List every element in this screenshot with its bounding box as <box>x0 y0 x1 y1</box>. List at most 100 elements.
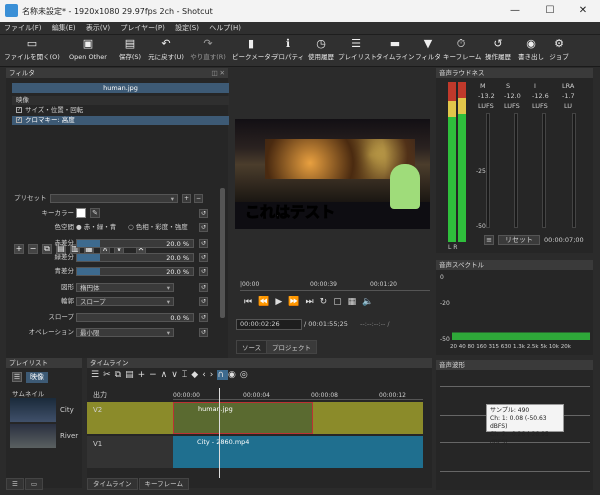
timeline-ruler[interactable]: 00:00:00 00:00:04 00:00:08 00:00:12 <box>173 388 423 400</box>
operation-select[interactable]: 最小限 ▾ <box>76 328 174 337</box>
maximize-button[interactable]: ☐ <box>535 3 565 19</box>
playlist-item-river[interactable]: River <box>60 432 78 440</box>
playlist-thumb-river[interactable] <box>10 424 56 448</box>
clip-city[interactable]: City - 2860.mp4 <box>173 436 423 468</box>
checkbox-icon[interactable]: ✓ <box>16 107 22 113</box>
paste-icon[interactable]: ▤ <box>125 370 138 380</box>
menu-icon[interactable]: ≡ <box>484 235 494 245</box>
remove-preset-button[interactable]: − <box>194 194 203 203</box>
blue-delta-slider[interactable]: 20.0 % <box>76 267 194 276</box>
reset-keycolor-button[interactable]: ↺ <box>199 209 208 218</box>
timeline-menu-icon[interactable]: ☰ <box>91 370 103 380</box>
properties-button[interactable]: ℹ プロパティ <box>272 37 304 65</box>
transport-controls[interactable]: ⏮⏪▶⏩⏭↻▢▦🔈 <box>244 297 430 309</box>
skip-start-icon[interactable]: ⏮ <box>244 297 258 307</box>
list-view-icon[interactable]: ☰ <box>6 478 24 490</box>
open-file-button[interactable]: ▭ ファイルを開く(O) <box>4 37 60 65</box>
playlist-item-city[interactable]: City <box>60 406 74 414</box>
playlist-thumb-city[interactable] <box>10 398 56 422</box>
scrub-icon[interactable]: ◉ <box>228 370 240 380</box>
timeline-button[interactable]: ▬ タイムライン <box>376 37 415 65</box>
tab-project[interactable]: プロジェクト <box>266 340 317 354</box>
volume-icon[interactable]: 🔈 <box>362 297 379 307</box>
append-icon[interactable]: + <box>138 370 150 380</box>
filter-item-chromakey[interactable]: ✓ クロマキー: 高度 <box>12 116 229 125</box>
cut-icon[interactable]: ✂ <box>103 370 115 380</box>
fast-forward-icon[interactable]: ⏩ <box>288 297 305 307</box>
tab-keyframes[interactable]: キーフレーム <box>138 478 189 490</box>
split-icon[interactable]: ⌶ <box>182 370 191 380</box>
rewind-icon[interactable]: ⏪ <box>258 297 275 307</box>
export-button[interactable]: ◉ 書き出し <box>517 37 545 65</box>
reset-shape-button[interactable]: ↺ <box>199 283 208 292</box>
loop-icon[interactable]: ↻ <box>320 297 334 307</box>
play-icon[interactable]: ▶ <box>275 297 288 307</box>
green-delta-slider[interactable]: 20.0 % <box>76 253 194 262</box>
menu-edit[interactable]: 編集(E) <box>48 22 80 35</box>
filter-button[interactable]: ▼ フィルタ <box>415 37 441 65</box>
menu-player[interactable]: プレイヤー(P) <box>116 22 168 35</box>
zoom-icon[interactable]: ▢ <box>333 297 348 307</box>
preset-select[interactable]: ▾ <box>50 194 178 203</box>
track-header-v1[interactable]: V1 <box>87 436 173 468</box>
track-header-v2[interactable]: V2 <box>87 402 173 434</box>
save-button[interactable]: ▤ 保存(S) <box>116 37 144 65</box>
slope-slider[interactable]: 0.0 % <box>76 313 194 322</box>
playlist-button[interactable]: ☰ プレイリスト <box>338 37 377 65</box>
close-button[interactable]: ✕ <box>568 3 598 19</box>
filter-item-size[interactable]: ✓ サイズ・位置・回転 <box>12 106 229 115</box>
history-button[interactable]: ↺ 操作履歴 <box>481 37 515 65</box>
playlist-menu-icon[interactable]: ☰ <box>12 372 22 382</box>
lift-icon[interactable]: ∧ <box>161 370 172 380</box>
track-v2-empty[interactable] <box>313 402 423 434</box>
recent-button[interactable]: ◷ 使用履歴 <box>306 37 336 65</box>
marker-icon[interactable]: ◆ <box>191 370 202 380</box>
filters-scrollbar[interactable] <box>220 188 225 318</box>
menu-view[interactable]: 表示(V) <box>82 22 114 35</box>
menu-help[interactable]: ヘルプ(H) <box>205 22 245 35</box>
reset-green-button[interactable]: ↺ <box>199 253 208 262</box>
skip-end-icon[interactable]: ⏭ <box>305 297 319 307</box>
video-preview[interactable]: これはテスト <box>235 119 430 229</box>
overwrite-icon[interactable]: ∨ <box>171 370 182 380</box>
shape-select[interactable]: 楕円体 ▾ <box>76 283 174 292</box>
undo-button[interactable]: ↶ 元に戻す(U) <box>146 37 186 65</box>
peak-meter-button[interactable]: ▮ ピークメーター <box>232 37 277 65</box>
checkbox-icon[interactable]: ✓ <box>16 117 22 123</box>
add-preset-button[interactable]: + <box>182 194 191 203</box>
colorspace-hsv-radio[interactable]: ○ 色相・彩度・強度 <box>128 223 188 232</box>
timeline-playhead[interactable] <box>219 388 220 478</box>
clip-human[interactable]: human.jpg <box>173 402 313 434</box>
grid-view-icon[interactable]: ▭ <box>24 478 43 490</box>
prev-marker-icon[interactable]: ‹ <box>202 370 210 380</box>
reset-edge-button[interactable]: ↺ <box>199 297 208 306</box>
menu-settings[interactable]: 設定(S) <box>171 22 203 35</box>
snap-icon[interactable]: ∩ <box>217 370 228 380</box>
redo-button[interactable]: ↷ やり直す(R) <box>188 37 228 65</box>
remove-icon[interactable]: − <box>149 370 161 380</box>
reset-red-button[interactable]: ↺ <box>199 239 208 248</box>
red-delta-slider[interactable]: 20.0 % <box>76 239 194 248</box>
reset-blue-button[interactable]: ↺ <box>199 267 208 276</box>
edge-select[interactable]: スロープ ▾ <box>76 297 174 306</box>
open-other-button[interactable]: ▣ Open Other <box>62 37 114 65</box>
viewer-ruler[interactable]: |00:00 00:00:39 00:01:20 <box>240 279 430 291</box>
ripple-icon[interactable]: ◎ <box>240 370 252 380</box>
tab-source[interactable]: ソース <box>236 340 268 354</box>
grid-icon[interactable]: ▦ <box>348 297 363 307</box>
loudness-reset-button[interactable]: リセット <box>498 235 540 245</box>
panel-close-icon[interactable]: ◫ ✕ <box>211 68 225 78</box>
minimize-button[interactable]: — <box>500 3 530 19</box>
reset-operation-button[interactable]: ↺ <box>199 328 208 337</box>
timecode-field[interactable]: 00:00:02:26 <box>236 319 302 330</box>
reset-colorspace-button[interactable]: ↺ <box>199 223 208 232</box>
copy-icon[interactable]: ⧉ <box>115 370 125 380</box>
tab-timeline[interactable]: タイムライン <box>87 478 138 490</box>
playlist-tab-video[interactable]: 映像 <box>26 372 48 383</box>
reset-slope-button[interactable]: ↺ <box>199 313 208 322</box>
menu-file[interactable]: ファイル(F) <box>0 22 46 35</box>
eyedropper-icon[interactable]: ✎ <box>90 208 100 218</box>
jobs-button[interactable]: ⚙ ジョブ <box>547 37 571 65</box>
keycolor-swatch[interactable] <box>76 208 86 218</box>
keyframes-button[interactable]: ⏱ キーフレーム <box>443 37 481 65</box>
